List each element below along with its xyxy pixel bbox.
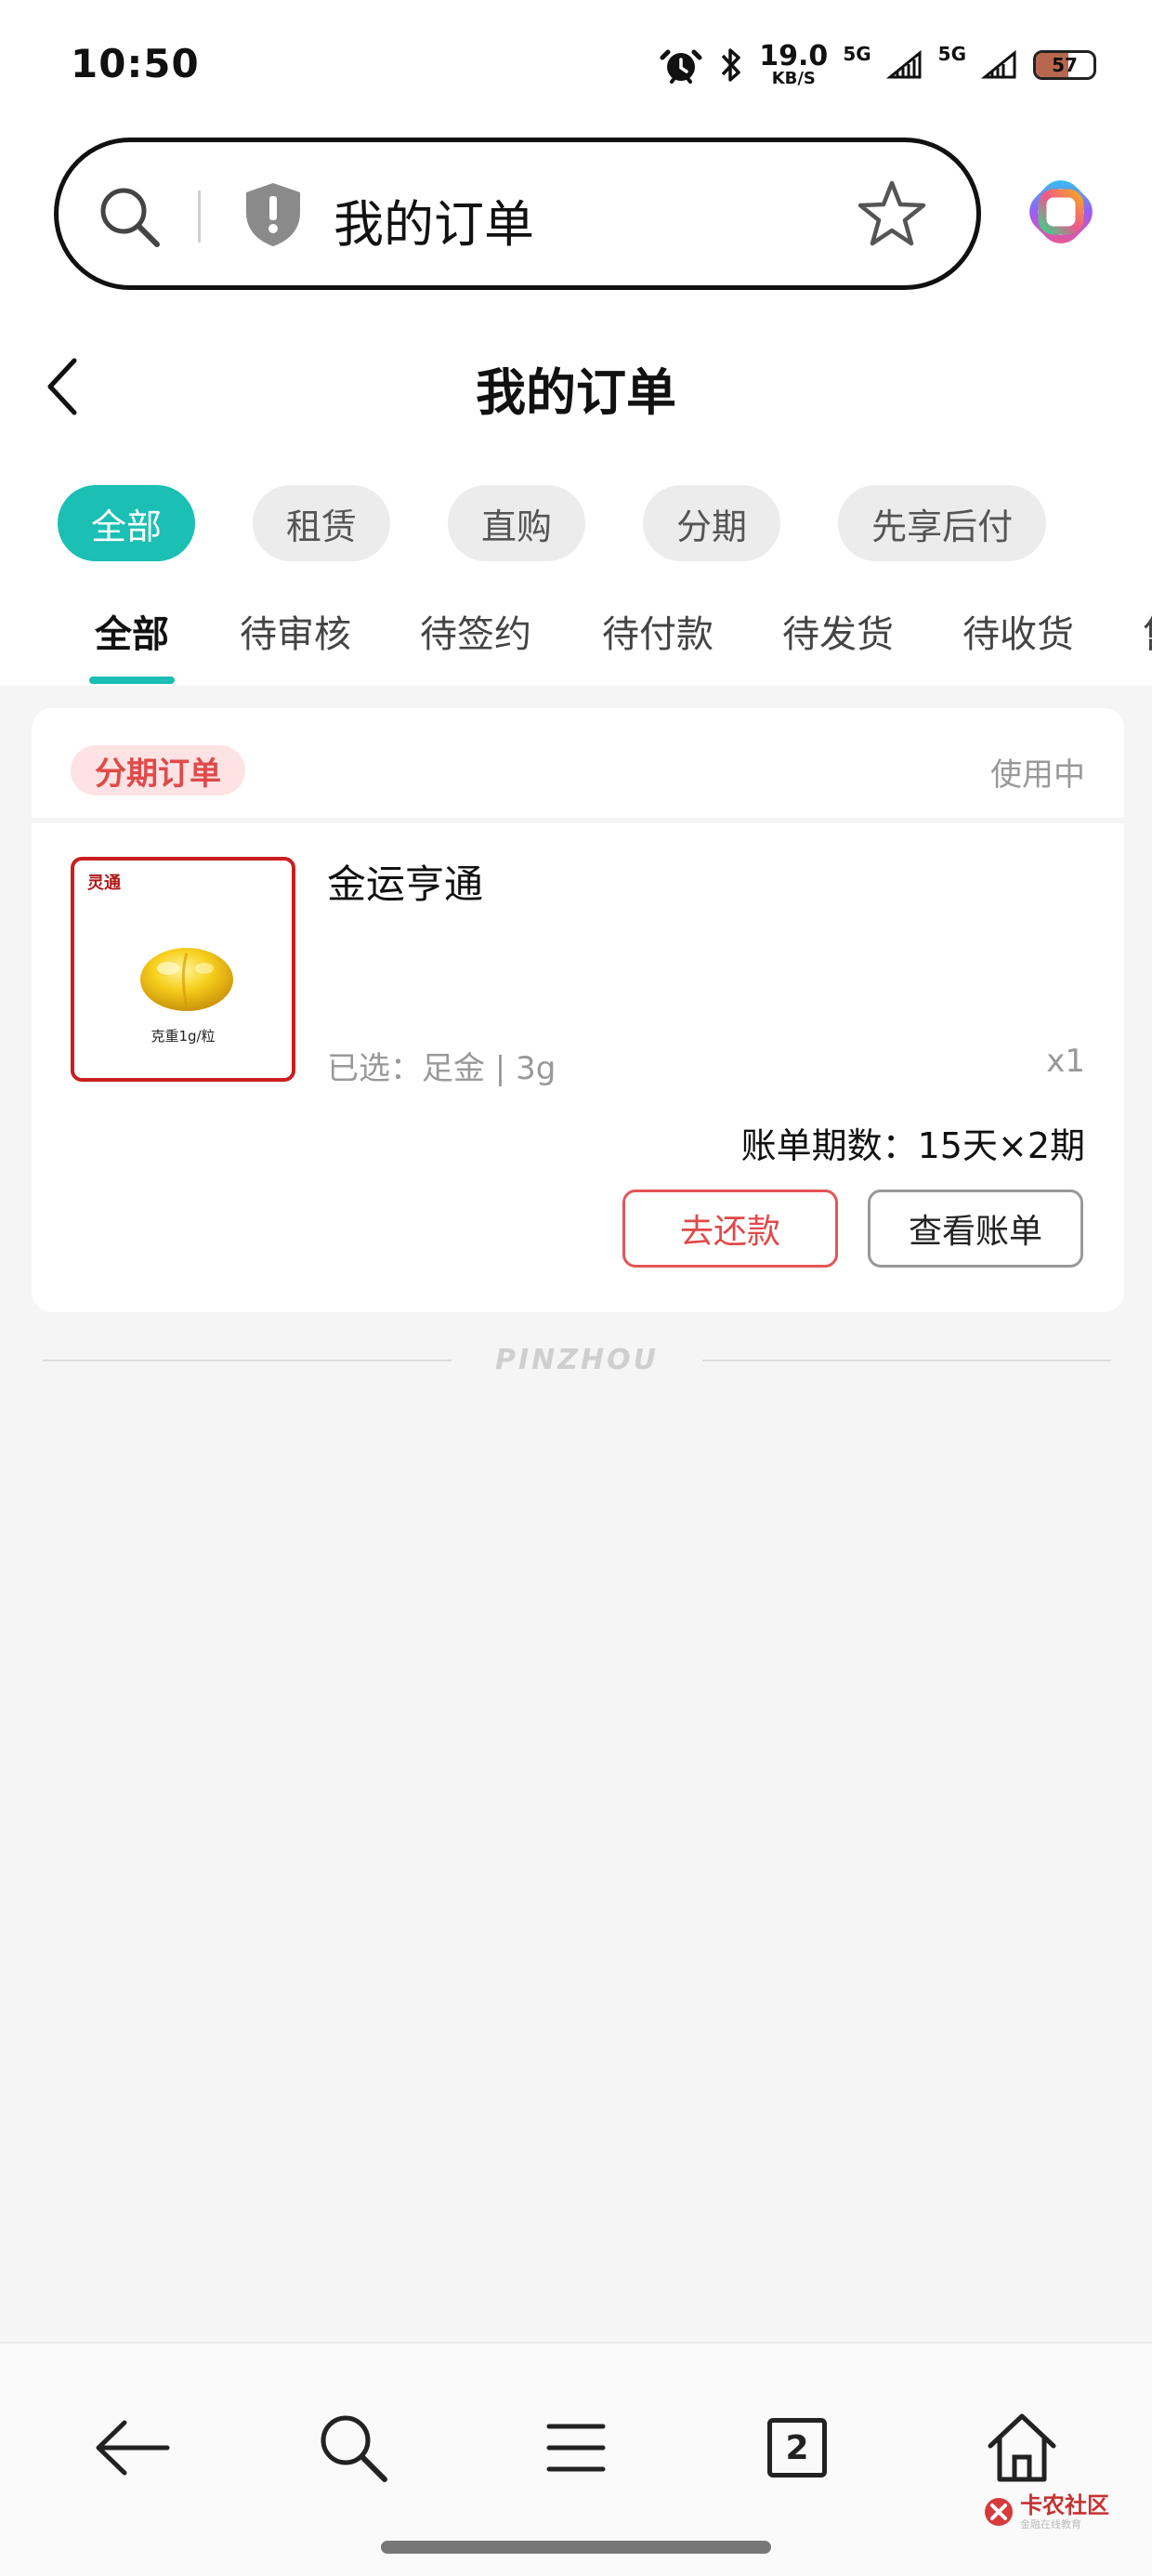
status-time: 10:50 xyxy=(71,41,200,86)
active-tab-indicator xyxy=(89,677,175,684)
product-quantity: x1 xyxy=(1046,1043,1085,1080)
watermark-logo-icon xyxy=(985,2498,1013,2526)
tabs-icon: 2 xyxy=(767,2418,827,2477)
bluetooth-icon xyxy=(722,48,741,82)
app-logo-icon[interactable] xyxy=(1026,177,1096,247)
nav-search-button[interactable] xyxy=(308,2403,398,2492)
category-installment[interactable]: 分期 xyxy=(643,485,781,561)
tab-pending-shipment[interactable]: 待发货 xyxy=(782,604,894,658)
bill-period: 账单期数：15天×2期 xyxy=(740,1125,1085,1166)
page-title: 我的订单 xyxy=(476,363,676,422)
network-speed: 19.0 KB/S xyxy=(759,43,828,87)
search-text[interactable]: 我的订单 xyxy=(334,183,534,256)
tab-pending-payment[interactable]: 待付款 xyxy=(602,604,713,658)
tab-after-sale[interactable]: 售 xyxy=(1143,604,1152,658)
tab-pending-receipt[interactable]: 待收货 xyxy=(962,604,1074,658)
footer-brand-mark: PINZHOU xyxy=(43,1342,1111,1379)
signal-icon xyxy=(981,49,1016,79)
gold-bead-image xyxy=(140,948,233,1011)
product-thumbnail[interactable]: 灵通 克重1g/粒 xyxy=(71,857,295,1082)
category-pay-later[interactable]: 先享后付 xyxy=(838,485,1047,561)
view-bill-button[interactable]: 查看账单 xyxy=(868,1189,1083,1268)
menu-icon xyxy=(546,2424,606,2472)
status-tabs: 全部 待审核 待签约 待付款 待发货 待收货 售 xyxy=(0,595,1152,686)
category-all[interactable]: 全部 xyxy=(58,485,196,561)
back-arrow-icon xyxy=(96,2420,170,2476)
order-type-badge: 分期订单 xyxy=(71,745,245,795)
top-panel xyxy=(0,0,1152,686)
watermark-text: 卡农社区 xyxy=(1020,2492,1109,2518)
category-pills: 全部 租赁 直购 分期 先享后付 xyxy=(58,485,1047,561)
search-icon xyxy=(321,2415,387,2482)
speed-value: 19.0 xyxy=(759,40,829,72)
thumbnail-brand: 灵通 xyxy=(87,874,121,893)
watermark-subtext: 金融在线教育 xyxy=(1020,2518,1081,2530)
tab-pending-review[interactable]: 待审核 xyxy=(240,604,351,658)
search-divider xyxy=(198,191,201,243)
order-status: 使用中 xyxy=(990,756,1085,794)
nav-menu-button[interactable] xyxy=(531,2403,621,2492)
battery-level: 57 xyxy=(1052,54,1078,76)
nav-home-button[interactable] xyxy=(977,2403,1067,2492)
product-selection: 已选：足金 | 3g xyxy=(327,1050,556,1087)
alarm-icon xyxy=(660,49,702,84)
signal-icon xyxy=(885,49,922,79)
network-type-2: 5G xyxy=(937,43,966,65)
shield-alert-icon[interactable] xyxy=(241,179,306,250)
repay-button[interactable]: 去还款 xyxy=(622,1189,838,1268)
product-name[interactable]: 金运亨通 xyxy=(327,853,483,910)
tab-pending-sign[interactable]: 待签约 xyxy=(420,604,531,658)
speed-unit: KB/S xyxy=(771,69,816,88)
nav-back-button[interactable] xyxy=(87,2403,177,2492)
category-direct[interactable]: 直购 xyxy=(448,485,586,561)
address-search-bar[interactable]: 我的订单 xyxy=(54,138,981,290)
star-icon[interactable] xyxy=(856,177,928,250)
thumbnail-spec: 克重1g/粒 xyxy=(151,1028,216,1045)
search-icon[interactable] xyxy=(94,181,164,252)
card-divider xyxy=(32,818,1124,823)
status-icons: 19.0 KB/S 5G 5G 57 xyxy=(659,37,1096,93)
tab-all[interactable]: 全部 xyxy=(95,604,169,658)
network-type-1: 5G xyxy=(843,43,871,65)
page: 10:50 19.0 KB/S 5G 5G 57 我的订单 我的订单 全部 租赁… xyxy=(0,0,1152,2576)
nav-tabs-button[interactable]: 2 xyxy=(753,2403,842,2492)
home-indicator[interactable] xyxy=(381,2541,771,2554)
category-rent[interactable]: 租赁 xyxy=(253,485,391,561)
watermark: 卡农社区 金融在线教育 xyxy=(983,2494,1109,2530)
battery-icon: 57 xyxy=(1033,50,1096,80)
order-card[interactable]: 分期订单 使用中 灵通 克重1g/粒 金运亨通 已选：足金 | 3g x1 账单… xyxy=(32,708,1124,1312)
home-icon xyxy=(988,2413,1056,2482)
footer-line-right xyxy=(702,1360,1111,1361)
